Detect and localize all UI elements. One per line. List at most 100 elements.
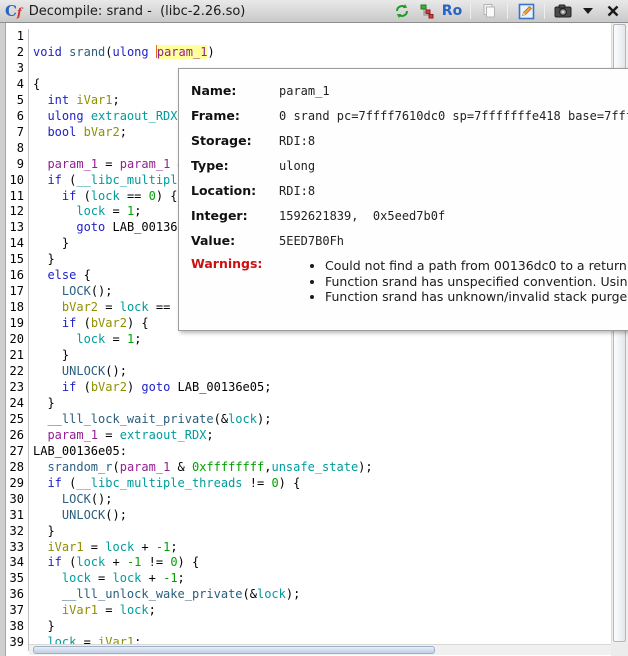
horizontal-scrollbar[interactable] — [29, 644, 611, 655]
code-token[interactable]: if — [47, 476, 61, 490]
code-token[interactable]: if — [47, 555, 61, 569]
code-token[interactable]: goto — [141, 380, 170, 394]
code-token[interactable]: bVar2 — [91, 380, 127, 394]
code-token[interactable]: param_1 — [47, 428, 98, 442]
code-token — [33, 603, 62, 617]
code-token[interactable]: lock — [105, 540, 134, 554]
dropdown-arrow-icon[interactable] — [579, 2, 597, 20]
code-line[interactable]: 27LAB_00136e05: — [6, 444, 628, 460]
code-token[interactable]: srandom_r — [47, 460, 112, 474]
code-token[interactable]: lock — [76, 555, 105, 569]
line-number: 19 — [6, 316, 29, 332]
code-token[interactable]: UNLOCK — [62, 364, 105, 378]
code-line[interactable]: 32 } — [6, 524, 628, 540]
code-line[interactable]: 33 iVar1 = lock + -1; — [6, 540, 628, 556]
code-token[interactable]: lock — [76, 332, 105, 346]
code-token[interactable]: __libc_multiple_threads — [76, 476, 242, 490]
code-token[interactable]: UNLOCK — [62, 508, 105, 522]
code-token[interactable]: LAB_00136e05 — [33, 444, 120, 458]
code-token[interactable]: __lll_unlock_wake_private — [62, 587, 243, 601]
code-token[interactable]: __lll_lock_wait_private — [47, 412, 213, 426]
line-number: 24 — [6, 396, 29, 412]
code-token[interactable]: -1 — [127, 555, 141, 569]
code-line[interactable]: 28 srandom_r(param_1 & 0xffffffff,unsafe… — [6, 460, 628, 476]
code-token — [76, 125, 83, 139]
edit-icon[interactable] — [517, 2, 535, 20]
code-token[interactable]: LOCK — [62, 284, 91, 298]
code-line[interactable]: 26 param_1 = extraout_RDX; — [6, 428, 628, 444]
code-token[interactable]: if — [62, 189, 76, 203]
code-line[interactable]: 25 __lll_lock_wait_private(&lock); — [6, 412, 628, 428]
code-token[interactable]: LAB_00136e05 — [178, 380, 265, 394]
code-token[interactable]: bVar2 — [91, 316, 127, 330]
code-token[interactable]: bVar2 — [62, 300, 98, 314]
code-token[interactable]: extraout_RDX — [91, 109, 178, 123]
code-token[interactable]: param_1 — [47, 157, 98, 171]
code-token — [33, 204, 76, 218]
code-line[interactable]: 1 — [6, 29, 628, 45]
code-token[interactable]: if — [62, 380, 76, 394]
code-token[interactable]: bVar2 — [84, 125, 120, 139]
line-number: 1 — [6, 29, 29, 45]
code-token[interactable]: if — [47, 173, 61, 187]
code-line[interactable]: 30 LOCK(); — [6, 492, 628, 508]
code-token[interactable]: if — [62, 316, 76, 330]
code-token: = — [98, 428, 120, 442]
graph-icon[interactable] — [418, 2, 436, 20]
code-token[interactable]: lock — [91, 189, 120, 203]
horizontal-scrollbar-thumb[interactable] — [33, 646, 435, 654]
code-token[interactable]: 0 — [271, 476, 278, 490]
code-token[interactable]: lock — [76, 204, 105, 218]
tooltip-row-value: 0 srand pc=7ffff7610dc0 sp=7fffffffe418 … — [279, 109, 628, 123]
code-token[interactable]: bool — [47, 125, 76, 139]
code-token[interactable]: 0 — [170, 555, 177, 569]
code-token[interactable]: int — [47, 93, 69, 107]
code-line[interactable]: 24 } — [6, 396, 628, 412]
code-line[interactable]: 21 } — [6, 348, 628, 364]
code-token[interactable]: extraout_RDX — [120, 428, 207, 442]
code-token[interactable]: ulong — [113, 45, 149, 59]
code-token[interactable]: 0 — [149, 189, 156, 203]
code-line[interactable]: 22 UNLOCK(); — [6, 364, 628, 380]
code-token[interactable]: unsafe_state — [271, 460, 358, 474]
code-token[interactable]: void — [33, 45, 62, 59]
code-line[interactable]: 31 UNLOCK(); — [6, 508, 628, 524]
code-token[interactable]: LOCK — [62, 492, 91, 506]
code-line[interactable]: 34 if (lock + -1 != 0) { — [6, 555, 628, 571]
code-token[interactable]: iVar1 — [47, 540, 83, 554]
close-icon[interactable] — [604, 2, 622, 20]
code-token[interactable]: ulong — [47, 109, 83, 123]
code-token[interactable]: -1 — [163, 571, 177, 585]
code-token[interactable]: iVar1 — [62, 603, 98, 617]
ro-icon[interactable]: Ro — [443, 2, 461, 20]
code-token[interactable]: param_1 — [120, 157, 171, 171]
code-token[interactable]: lock — [228, 412, 257, 426]
code-token[interactable]: 0xffffffff — [192, 460, 264, 474]
code-line[interactable]: 2void srand(ulong param_1) — [6, 45, 628, 61]
refresh-icon[interactable] — [393, 2, 411, 20]
code-token[interactable]: lock — [120, 300, 149, 314]
code-line[interactable]: 23 if (bVar2) goto LAB_00136e05; — [6, 380, 628, 396]
code-token[interactable]: lock — [113, 571, 142, 585]
code-token[interactable]: -1 — [156, 540, 170, 554]
code-line[interactable]: 20 lock = 1; — [6, 332, 628, 348]
code-line[interactable]: 35 lock = lock + -1; — [6, 571, 628, 587]
highlighted-token[interactable]: param_1 — [157, 45, 208, 59]
snapshot-camera-icon[interactable] — [554, 2, 572, 20]
copy-icon[interactable] — [480, 2, 498, 20]
code-line[interactable]: 29 if (__libc_multiple_threads != 0) { — [6, 476, 628, 492]
code-token[interactable]: goto — [76, 220, 105, 234]
code-line[interactable]: 37 iVar1 = lock; — [6, 603, 628, 619]
code-token[interactable]: lock — [62, 571, 91, 585]
code-line[interactable]: 38 } — [6, 619, 628, 635]
code-token[interactable]: lock — [120, 603, 149, 617]
line-number: 2 — [6, 45, 29, 61]
code-line[interactable]: 36 __lll_unlock_wake_private(&lock); — [6, 587, 628, 603]
code-token[interactable]: srand — [69, 45, 105, 59]
code-token[interactable]: lock — [257, 587, 286, 601]
code-text: } — [29, 396, 55, 412]
code-token[interactable]: iVar1 — [76, 93, 112, 107]
code-token[interactable]: else — [47, 268, 76, 282]
code-token — [33, 157, 47, 171]
code-token[interactable]: param_1 — [120, 460, 171, 474]
